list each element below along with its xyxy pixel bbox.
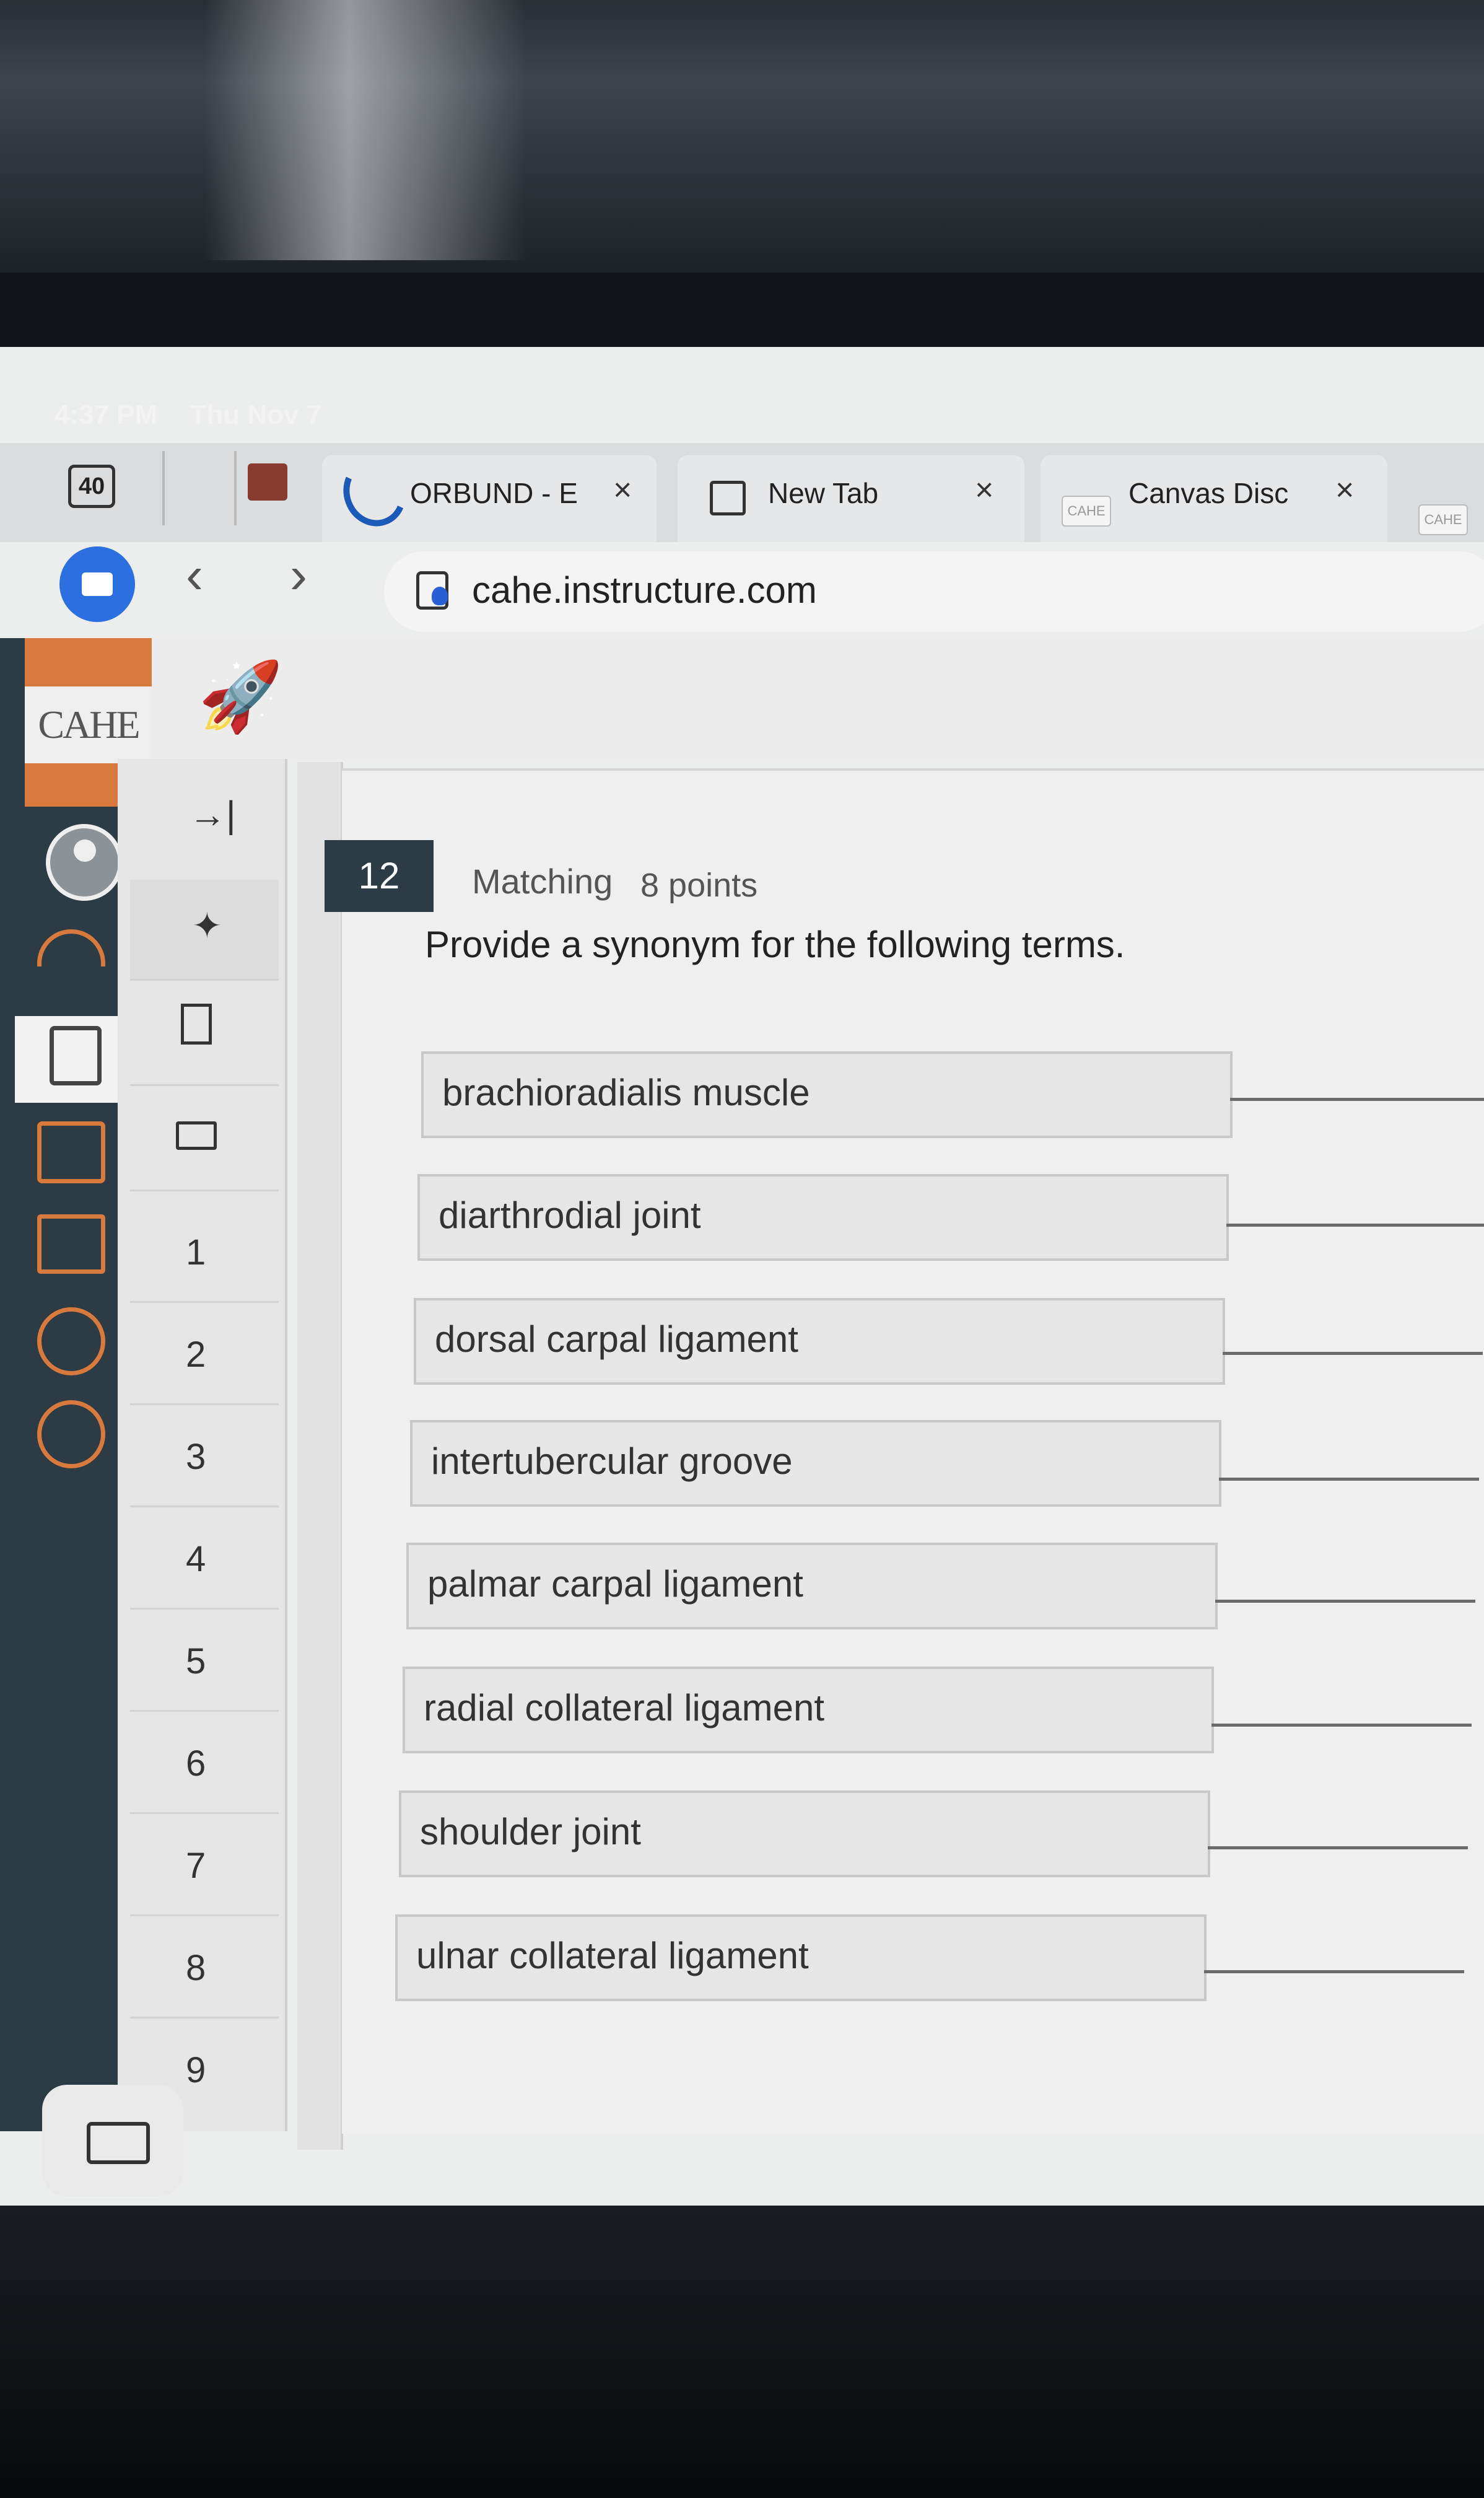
answer-dropdown[interactable] xyxy=(1223,1352,1483,1355)
tab-canvas-label: Canvas Disc xyxy=(1128,477,1289,509)
briefcase-icon[interactable] xyxy=(59,546,135,622)
background-desk xyxy=(0,2206,1484,2498)
status-bar: 4:37 PM Thu Nov 7 xyxy=(55,400,346,431)
matching-term-label: intertubercular groove xyxy=(431,1440,793,1482)
question-link-number: 7 xyxy=(186,1846,206,1886)
question-link-number: 9 xyxy=(186,2050,206,2090)
calendar-icon[interactable] xyxy=(37,1121,105,1183)
question-link-number: 3 xyxy=(186,1437,206,1477)
question-link[interactable]: 2 xyxy=(130,1304,279,1405)
course-header xyxy=(152,637,1484,761)
question-link[interactable]: 5 xyxy=(130,1611,279,1712)
close-icon[interactable]: × xyxy=(975,471,993,509)
question-link[interactable]: 6 xyxy=(130,1713,279,1814)
matching-term: intertubercular groove xyxy=(410,1420,1221,1507)
matching-term-label: ulnar collateral ligament xyxy=(416,1935,809,1976)
url-text[interactable]: cahe.instructure.com xyxy=(472,569,817,611)
tab-orbund-label: ORBUND - E xyxy=(410,477,578,509)
matching-term-label: diarthrodial joint xyxy=(439,1194,701,1236)
question-prompt: Provide a synonym for the following term… xyxy=(425,924,1125,965)
matching-term: palmar carpal ligament xyxy=(406,1543,1218,1629)
bookmark-row[interactable] xyxy=(130,985,279,1086)
question-number-badge: 12 xyxy=(325,840,434,912)
status-time: 4:37 PM xyxy=(55,400,158,430)
question-link[interactable]: 4 xyxy=(130,1509,279,1610)
cahe-logo-icon: CAHE xyxy=(1062,496,1111,527)
logo-accent-top xyxy=(25,638,152,686)
question-link-number: 4 xyxy=(186,1539,206,1579)
back-button[interactable]: ‹ xyxy=(186,545,203,605)
site-settings-icon[interactable] xyxy=(416,571,448,610)
question-link-number: 8 xyxy=(186,1948,206,1988)
question-points: 8 points xyxy=(640,867,758,904)
history-clock-icon[interactable] xyxy=(37,1307,105,1375)
courses-icon[interactable] xyxy=(50,1026,102,1085)
keyboard-icon[interactable] xyxy=(42,2085,183,2196)
answer-dropdown[interactable] xyxy=(1211,1724,1472,1727)
question-type: Matching xyxy=(472,862,613,901)
question-link[interactable]: 1 xyxy=(130,1202,279,1303)
tab-new-tab-label: New Tab xyxy=(768,477,879,509)
close-icon[interactable]: × xyxy=(1335,471,1354,509)
inbox-icon[interactable] xyxy=(37,1214,105,1274)
status-date: Thu Nov 7 xyxy=(190,400,322,430)
notes-icon[interactable] xyxy=(176,1121,217,1150)
answer-dropdown[interactable] xyxy=(1204,1970,1464,1973)
answer-dropdown[interactable] xyxy=(1215,1600,1475,1603)
matching-term-label: brachioradialis muscle xyxy=(442,1072,810,1113)
cahe-logo[interactable]: CAHE xyxy=(25,686,152,763)
matching-term-label: dorsal carpal ligament xyxy=(435,1318,798,1360)
pin-icon[interactable]: ✦ xyxy=(192,905,222,947)
notes-row[interactable] xyxy=(130,1090,279,1191)
matching-term-label: shoulder joint xyxy=(420,1811,641,1852)
tab-count-button[interactable]: 40 xyxy=(68,465,115,508)
bookmark-icon[interactable] xyxy=(181,1004,212,1045)
window-glare xyxy=(204,0,526,260)
answer-dropdown[interactable] xyxy=(1230,1098,1484,1101)
help-icon[interactable] xyxy=(37,1400,105,1468)
question-link-number: 5 xyxy=(186,1641,206,1681)
question-link[interactable]: 7 xyxy=(130,1815,279,1916)
question-link-number: 6 xyxy=(186,1743,206,1784)
new-tab-icon xyxy=(710,481,746,515)
matching-term: dorsal carpal ligament xyxy=(414,1298,1225,1385)
question-link-number: 2 xyxy=(186,1334,206,1375)
matching-term: shoulder joint xyxy=(399,1790,1210,1877)
forward-button[interactable]: › xyxy=(290,545,307,605)
matching-term: diarthrodial joint xyxy=(417,1174,1229,1261)
panel-divider xyxy=(297,762,343,2150)
matching-term-label: palmar carpal ligament xyxy=(427,1563,803,1605)
matching-term: brachioradialis muscle xyxy=(421,1051,1233,1138)
tab-stack-icon[interactable] xyxy=(162,451,237,525)
matching-term: radial collateral ligament xyxy=(403,1667,1214,1753)
matching-term-label: radial collateral ligament xyxy=(424,1687,824,1729)
cahe-tab-icon[interactable]: CAHE xyxy=(1418,504,1468,535)
close-icon[interactable]: × xyxy=(613,471,632,509)
matching-term: ulnar collateral ligament xyxy=(395,1914,1207,2001)
rocket-icon[interactable]: 🚀 xyxy=(198,657,283,737)
question-link[interactable]: 3 xyxy=(130,1406,279,1507)
answer-dropdown[interactable] xyxy=(1226,1224,1484,1227)
pin-row[interactable]: ✦ xyxy=(130,880,279,981)
account-avatar[interactable] xyxy=(46,824,123,901)
collapse-arrow-icon[interactable]: →| xyxy=(189,793,236,836)
question-link[interactable]: 8 xyxy=(130,1917,279,2018)
question-link-number: 1 xyxy=(186,1232,206,1273)
answer-dropdown[interactable] xyxy=(1219,1478,1479,1481)
answer-dropdown[interactable] xyxy=(1208,1846,1468,1849)
book-tab-icon[interactable] xyxy=(248,463,287,501)
